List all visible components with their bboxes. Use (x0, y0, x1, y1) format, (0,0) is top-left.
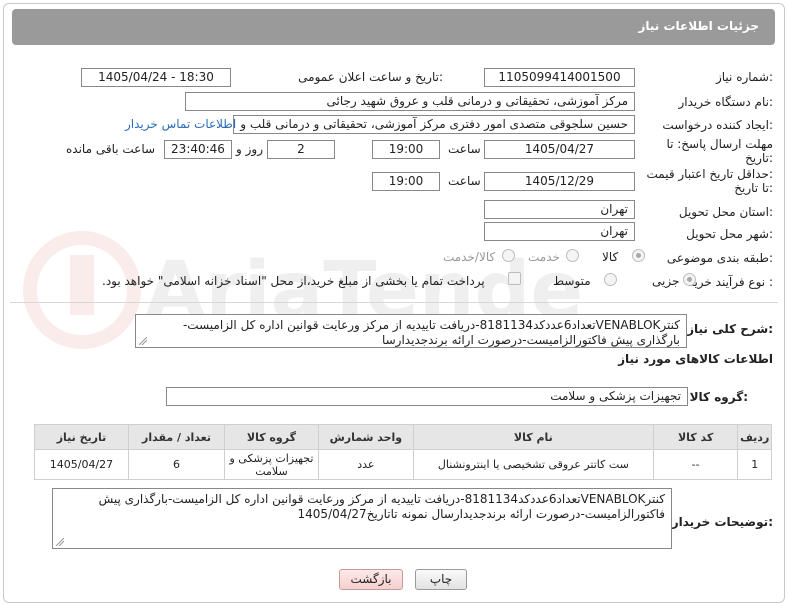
buyer-org-label: نام دستگاه خریدار: (678, 95, 774, 109)
price-validity-label-2: تا تاریخ: (734, 181, 773, 195)
price-validity-label: حداقل تاریخ اعتبار قیمت: (646, 167, 773, 181)
back-button[interactable]: بازگشت (339, 569, 403, 590)
col-row: ردیف (737, 424, 772, 450)
table-header-row: ردیف کد کالا نام کالا واحد شمارش گروه کا… (34, 424, 772, 450)
col-unit: واحد شمارش (317, 424, 414, 450)
price-validity-date-field: 1405/12/29 (484, 172, 635, 191)
process-option-medium: متوسط (553, 274, 591, 288)
buyer-org-field: مرکز آموزشی، تحقیقاتی و درمانی قلب و عرو… (185, 92, 635, 111)
province-label: استان محل تحویل: (678, 205, 773, 219)
cell-group: تجهیزات پزشکی و سلامت (223, 449, 319, 480)
col-name: نام کالا (412, 424, 654, 450)
creator-label: ایجاد کننده درخواست: (662, 118, 773, 132)
cell-name: ست کاتتر عروقی تشخیصی یا اینترونشنال (412, 449, 654, 480)
days-label: روز و (236, 142, 263, 156)
treasury-payment-checkbox[interactable] (508, 272, 521, 285)
resize-handle-icon[interactable] (139, 337, 147, 345)
remaining-label: ساعت باقی مانده (66, 142, 156, 156)
col-group: گروه کالا (223, 424, 319, 450)
process-radio-medium[interactable] (604, 273, 617, 286)
category-label: طبقه بندی موضوعی: (666, 251, 773, 265)
cell-code: -- (652, 449, 739, 480)
city-label: شهر محل تحویل: (686, 227, 773, 241)
province-field: تهران (484, 200, 635, 219)
summary-label: شرح کلی نیاز: (687, 322, 773, 336)
process-radio-minor[interactable] (683, 273, 696, 286)
category-radio-goods-service[interactable] (502, 249, 515, 262)
summary-textarea: کنترVENABLOKتعداد6عددکد8181134-دریافت تا… (135, 314, 687, 348)
cell-qty: 6 (127, 449, 225, 480)
buyer-contact-link[interactable]: اطلاعات تماس خریدار (125, 117, 236, 131)
price-validity-time-field: 19:00 (372, 172, 440, 191)
need-number-field: 1105099414001500 (484, 68, 635, 87)
category-option-goods-service: کالا/خدمت (443, 250, 496, 264)
goods-group-field: تجهیزات پزشکی و سلامت (166, 387, 688, 406)
buyer-notes-text: کنترVENABLOKتعداد6عددکد8181134-دریافت تا… (98, 492, 665, 521)
category-option-service: خدمت (528, 250, 560, 264)
process-option-minor: جزیی (652, 274, 680, 288)
buyer-notes-label: توضیحات خریدار: (671, 515, 773, 529)
city-field: تهران (484, 222, 635, 241)
col-code: کد کالا (652, 424, 739, 450)
reply-time-field: 19:00 (372, 140, 440, 159)
col-date: تاریخ نیاز (34, 424, 129, 450)
col-qty: تعداد / مقدار (127, 424, 225, 450)
category-radio-service[interactable] (566, 249, 579, 262)
creator-field: حسین سلجوقی متصدی امور دفتری مرکز آموزشی… (233, 115, 635, 134)
page-header: جزئیات اطلاعات نیاز (12, 9, 775, 45)
summary-text: کنترVENABLOKتعداد6عددکد8181134-دریافت تا… (182, 318, 680, 347)
process-label: نوع فرآیند خرید : (688, 275, 773, 289)
divider (10, 302, 778, 303)
goods-section-title: اطلاعات کالاهای مورد نیاز (618, 352, 773, 366)
buyer-notes-textarea: کنترVENABLOKتعداد6عددکد8181134-دریافت تا… (52, 488, 672, 549)
goods-group-label: گروه کالا: (689, 390, 748, 404)
reply-deadline-label-2: تاریخ: (745, 151, 773, 165)
announce-label: تاریخ و ساعت اعلان عمومی: (298, 70, 443, 84)
reply-date-field: 1405/04/27 (484, 140, 635, 159)
announce-field: 1405/04/24 - 18:30 (81, 68, 231, 87)
treasury-payment-note: پرداخت تمام یا بخشی از مبلغ خرید،از محل … (102, 274, 485, 288)
cell-date: 1405/04/27 (34, 449, 129, 480)
reply-time-label: ساعت (448, 142, 481, 156)
reply-deadline-label: مهلت ارسال پاسخ: تا (666, 137, 773, 151)
print-button[interactable]: چاپ (415, 569, 467, 590)
table-row[interactable]: 1 -- ست کاتتر عروقی تشخیصی یا اینترونشنا… (34, 449, 772, 480)
page-title: جزئیات اطلاعات نیاز (638, 19, 759, 33)
cell-row: 1 (737, 449, 772, 480)
category-radio-goods[interactable] (632, 249, 645, 262)
category-option-goods: کالا (602, 250, 619, 264)
resize-handle-icon[interactable] (56, 538, 64, 546)
need-number-label: شماره نیاز: (715, 70, 773, 84)
goods-table: ردیف کد کالا نام کالا واحد شمارش گروه کا… (34, 424, 772, 480)
remaining-time-field: 23:40:46 (164, 140, 232, 159)
price-validity-time-label: ساعت (448, 174, 481, 188)
cell-unit: عدد (317, 449, 414, 480)
days-field: 2 (267, 140, 335, 159)
